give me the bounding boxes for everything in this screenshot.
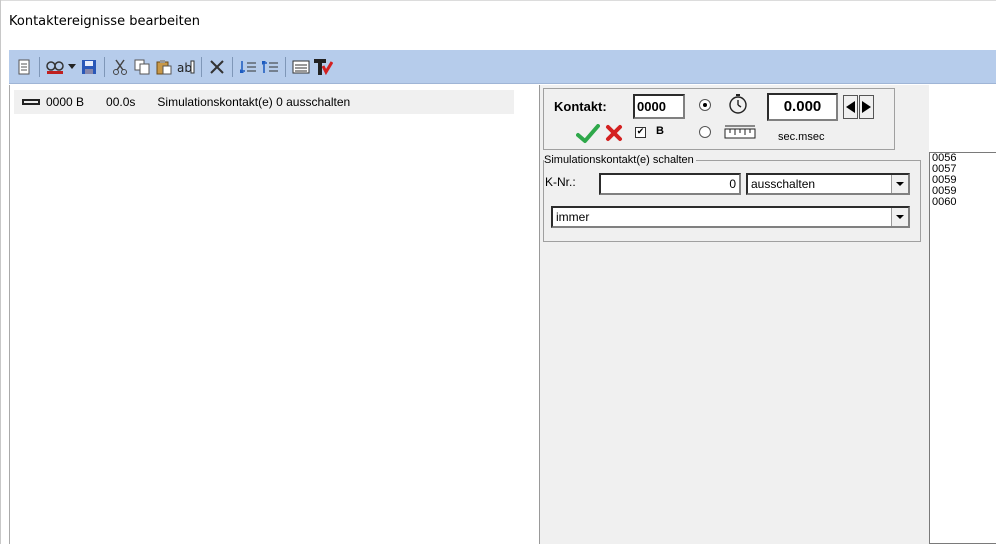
event-id: 0000 B xyxy=(46,95,85,109)
knr-input[interactable]: 0 xyxy=(599,173,741,195)
knr-label: K-Nr.: xyxy=(545,175,576,189)
window-title: Kontaktereignisse bearbeiten xyxy=(9,14,200,29)
condition-value: immer xyxy=(556,210,590,224)
kontakt-label: Kontakt: xyxy=(554,99,607,114)
unit-label: sec.msec xyxy=(778,131,825,143)
event-description: Simulationskontakt(e) 0 ausschalten xyxy=(157,95,351,109)
event-editor: Kontakt: 0000 0.000 ✔ B sec.msec Simulat… xyxy=(539,85,929,544)
event-list[interactable]: 0000 B 00.0s Simulationskontakt(e) 0 aus… xyxy=(9,85,539,544)
decrement-button[interactable] xyxy=(843,95,858,119)
increment-button[interactable] xyxy=(859,95,874,119)
ruler-icon xyxy=(724,125,756,142)
delete-icon[interactable] xyxy=(206,56,228,78)
stopwatch-icon xyxy=(728,93,748,118)
list-view-icon[interactable] xyxy=(290,56,312,78)
paste-icon[interactable] xyxy=(153,56,175,78)
cut-icon[interactable] xyxy=(109,56,131,78)
new-document-icon[interactable] xyxy=(13,56,35,78)
contact-settings-group: Kontakt: 0000 0.000 ✔ B sec.msec xyxy=(543,88,895,150)
chevron-down-icon[interactable] xyxy=(891,175,908,193)
toolbar-separator xyxy=(285,56,286,77)
b-label: B xyxy=(656,125,664,137)
rename-icon[interactable]: ab xyxy=(175,56,197,78)
toolbar: ab xyxy=(9,50,996,84)
ok-checkmark-icon[interactable] xyxy=(576,124,600,147)
b-checkbox[interactable]: ✔ xyxy=(635,127,646,138)
contact-events-window: Kontaktereignisse bearbeiten ab 0000 B 0… xyxy=(0,0,996,544)
kontakt-input[interactable]: 0000 xyxy=(633,94,685,119)
action-select[interactable]: ausschalten xyxy=(746,173,910,195)
move-down-icon[interactable] xyxy=(237,56,259,78)
chevron-down-icon[interactable] xyxy=(891,208,908,226)
toolbar-separator xyxy=(201,56,202,77)
title-bar: Kontaktereignisse bearbeiten xyxy=(1,0,996,48)
time-input[interactable]: 0.000 xyxy=(767,93,838,121)
svg-text:ab: ab xyxy=(177,61,192,75)
cancel-x-icon[interactable] xyxy=(605,124,623,145)
copy-icon[interactable] xyxy=(131,56,153,78)
distance-radio[interactable] xyxy=(699,126,711,138)
contact-number-list[interactable]: 0056 0057 0059 0059 0060 xyxy=(929,152,996,544)
action-value: ausschalten xyxy=(751,177,816,191)
switch-contacts-group: Simulationskontakt(e) schalten K-Nr.: 0 … xyxy=(543,154,921,242)
find-dropdown-icon[interactable] xyxy=(66,56,78,78)
toolbar-separator xyxy=(104,56,105,77)
toolbar-separator xyxy=(39,56,40,77)
red-t-icon[interactable] xyxy=(312,56,334,78)
toolbar-separator xyxy=(232,56,233,77)
find-icon[interactable] xyxy=(44,56,66,78)
contact-icon xyxy=(22,97,40,107)
condition-select[interactable]: immer xyxy=(551,206,910,228)
list-item[interactable]: 0060 xyxy=(932,197,996,208)
timer-radio[interactable] xyxy=(699,99,711,111)
event-time: 00.0s xyxy=(106,95,136,109)
save-icon[interactable] xyxy=(78,56,100,78)
move-up-icon[interactable] xyxy=(259,56,281,78)
event-row[interactable]: 0000 B 00.0s Simulationskontakt(e) 0 aus… xyxy=(14,90,514,114)
group-legend: Simulationskontakt(e) schalten xyxy=(544,154,696,166)
